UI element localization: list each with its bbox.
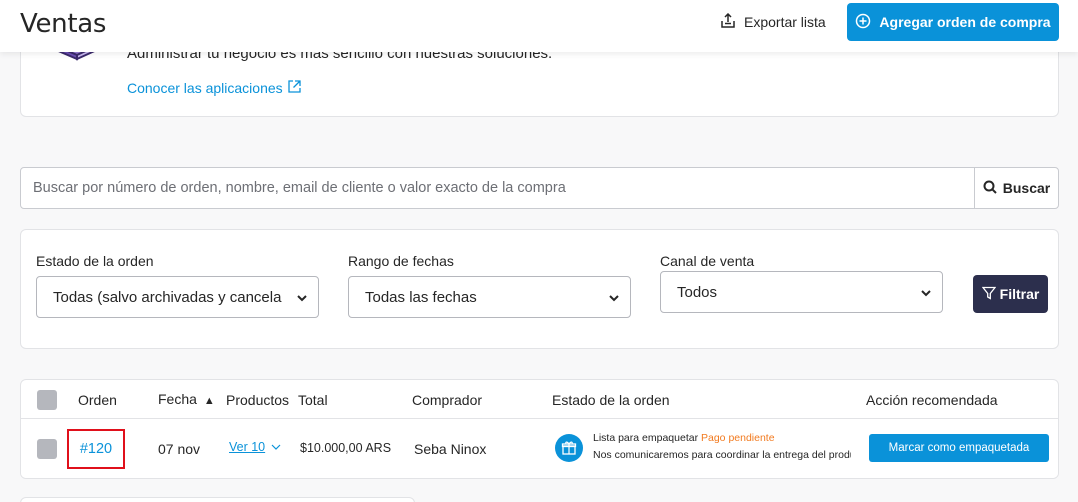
mark-packed-button[interactable]: Marcar como empaquetada (869, 434, 1049, 462)
apps-link[interactable]: Conocer las aplicaciones (127, 79, 302, 97)
add-order-label: Agregar orden de compra (879, 14, 1051, 30)
bottom-card (20, 497, 415, 502)
gift-box-icon (555, 434, 583, 462)
column-status: Estado de la orden (552, 392, 670, 408)
add-order-button[interactable]: Agregar orden de compra (847, 3, 1059, 41)
status-filter-select[interactable]: Todas (salvo archivadas y canceladas) (36, 276, 319, 318)
share-export-icon (720, 12, 736, 32)
search-button[interactable]: Buscar (974, 168, 1058, 208)
status-filter-label: Estado de la orden (36, 253, 154, 269)
column-order: Orden (78, 392, 117, 408)
channel-filter-select[interactable]: Todos (660, 271, 943, 313)
column-total: Total (298, 392, 328, 408)
search-input[interactable] (21, 168, 974, 208)
export-list-button[interactable]: Exportar lista (720, 12, 826, 32)
table-header: Orden Fecha ▲ Productos Total Comprador … (21, 380, 1058, 419)
chevron-down-icon (608, 291, 620, 308)
search-button-label: Buscar (1002, 180, 1051, 196)
order-status-note: Nos comunicaremos para coordinar la entr… (593, 449, 851, 461)
column-action: Acción recomendada (866, 392, 998, 408)
plus-circle-icon (855, 13, 871, 32)
chevron-down-icon (296, 291, 308, 308)
row-checkbox[interactable] (37, 439, 57, 459)
top-header: Ventas Exportar lista Agregar orden de c… (0, 0, 1078, 52)
dates-filter-value: Todas las fechas (365, 288, 477, 306)
external-link-icon (287, 79, 302, 97)
funnel-icon (981, 286, 996, 303)
chevron-down-icon (920, 286, 932, 303)
filter-button[interactable]: Filtrar (973, 275, 1048, 313)
order-number-link[interactable]: #120 (67, 429, 125, 469)
channel-filter-value: Todos (677, 283, 718, 301)
search-bar: Buscar (20, 167, 1059, 209)
payment-status-badge: Pago pendiente (701, 432, 775, 444)
dates-filter-select[interactable]: Todas las fechas (348, 276, 631, 318)
chevron-down-icon (271, 440, 281, 454)
channel-filter-label: Canal de venta (660, 253, 755, 269)
search-icon (983, 180, 997, 197)
filter-button-label: Filtrar (999, 286, 1040, 302)
status-filter-value: Todas (salvo archivadas y canceladas) (53, 288, 282, 306)
view-products-label: Ver 10 (229, 440, 266, 454)
sort-ascending-icon: ▲ (203, 395, 215, 407)
order-total: $10.000,00 ARS (300, 441, 392, 455)
buyer-name: Seba Ninox (414, 441, 487, 457)
export-list-label: Exportar lista (744, 14, 826, 30)
order-status-main: Lista para empaquetar (593, 432, 699, 444)
filters-panel: Estado de la orden Todas (salvo archivad… (20, 229, 1059, 349)
column-products: Productos (226, 392, 290, 408)
select-all-checkbox[interactable] (37, 390, 57, 410)
order-date: 07 nov (158, 441, 201, 457)
apps-link-label: Conocer las aplicaciones (127, 80, 283, 96)
orders-table: Orden Fecha ▲ Productos Total Comprador … (20, 379, 1059, 479)
table-row: #120 07 nov Ver 10 $10.000,00 ARS Seba N… (21, 419, 1058, 478)
column-date[interactable]: Fecha ▲ (158, 391, 215, 407)
dates-filter-label: Rango de fechas (348, 253, 454, 269)
view-products-link[interactable]: Ver 10 (229, 440, 281, 454)
column-date-label: Fecha (158, 391, 197, 407)
page-title: Ventas (20, 9, 107, 39)
column-buyer: Comprador (412, 392, 483, 408)
order-status: Lista para empaquetar Pago pendiente (593, 432, 775, 444)
